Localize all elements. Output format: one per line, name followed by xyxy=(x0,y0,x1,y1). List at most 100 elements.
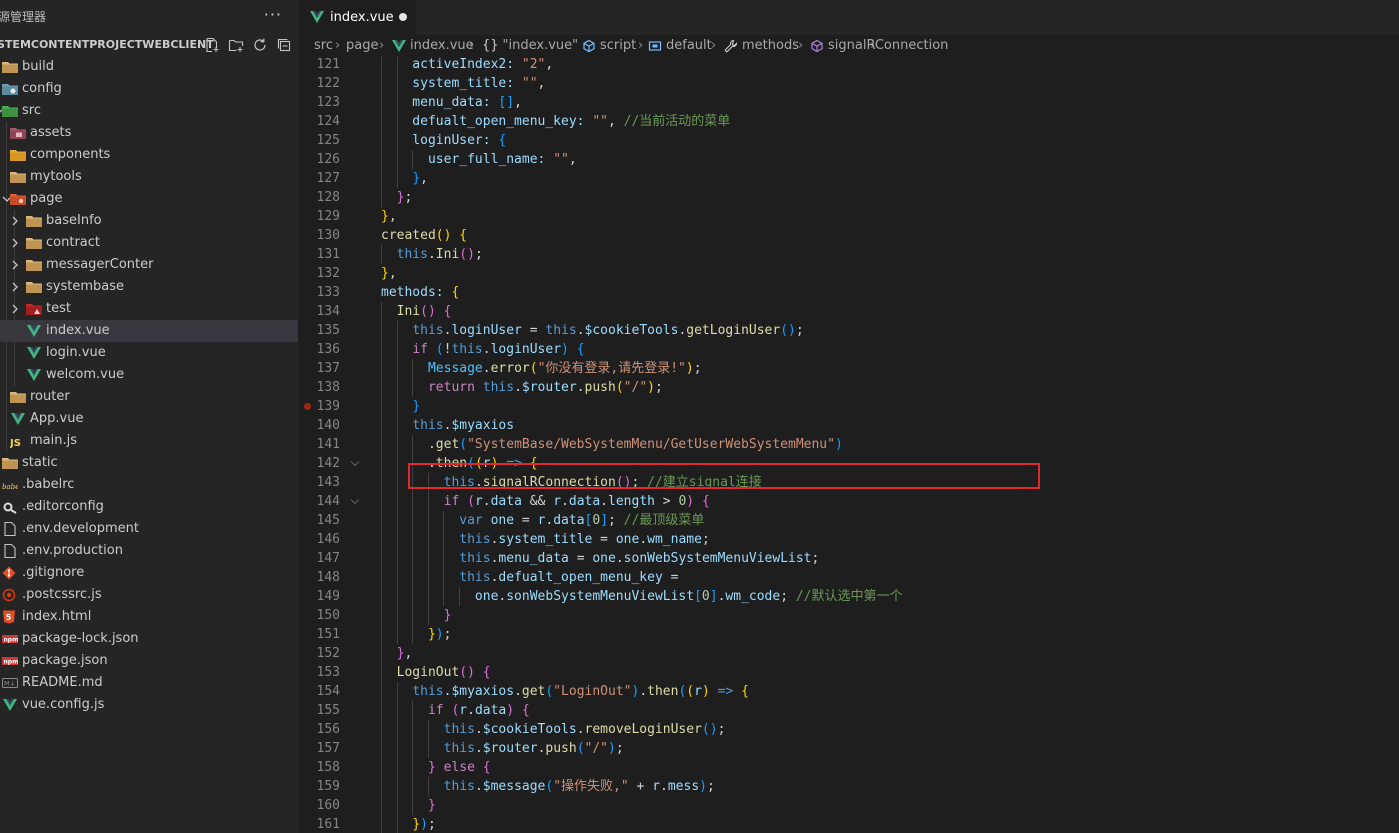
tree-item-label: App.vue xyxy=(30,411,84,426)
code-line[interactable]: 161 }); xyxy=(298,815,1399,833)
chevron-right-icon[interactable] xyxy=(10,276,20,298)
tree-file-login-vue[interactable]: login.vue xyxy=(0,342,298,364)
code-line[interactable]: 141 .get("SystemBase/WebSystemMenu/GetUs… xyxy=(298,435,1399,454)
tree-file-postcssrc-js[interactable]: .postcssrc.js xyxy=(0,584,298,606)
code-line[interactable]: 128 }; xyxy=(298,188,1399,207)
chevron-right-icon[interactable] xyxy=(10,232,20,254)
code-line[interactable]: 140 this.$myaxios xyxy=(298,416,1399,435)
code-line[interactable]: 124 defualt_open_menu_key: "", //当前活动的菜单 xyxy=(298,112,1399,131)
code-line[interactable]: 149 one.sonWebSystemMenuViewList[0].wm_c… xyxy=(298,587,1399,606)
code-line[interactable]: 157 this.$router.push("/"); xyxy=(298,739,1399,758)
code-line[interactable]: 123 menu_data: [], xyxy=(298,93,1399,112)
tree-file-vue-config-js[interactable]: vue.config.js xyxy=(0,694,298,716)
chevron-right-icon[interactable] xyxy=(10,298,20,320)
tree-folder-contract[interactable]: contract xyxy=(0,232,298,254)
code-line[interactable]: 134 Ini() { xyxy=(298,302,1399,321)
code-line[interactable]: 151 }); xyxy=(298,625,1399,644)
new-file-icon[interactable] xyxy=(204,37,220,53)
tree-file-env-production[interactable]: .env.production xyxy=(0,540,298,562)
tree-folder-test[interactable]: test xyxy=(0,298,298,320)
new-folder-icon[interactable] xyxy=(228,37,244,53)
tree-file-app-vue[interactable]: App.vue xyxy=(0,408,298,430)
unsaved-dot-icon[interactable] xyxy=(399,13,407,21)
code-line[interactable]: 155 if (r.data) { xyxy=(298,701,1399,720)
tab-index-vue[interactable]: index.vue xyxy=(298,0,416,35)
tree-file-babelrc[interactable]: babel .babelrc xyxy=(0,474,298,496)
code-line[interactable]: 148 this.defualt_open_menu_key = xyxy=(298,568,1399,587)
fold-chevron-icon[interactable] xyxy=(350,498,360,506)
fold-chevron-icon[interactable] xyxy=(350,460,360,468)
tree-file-welcom-vue[interactable]: welcom.vue xyxy=(0,364,298,386)
tree-file-gitignore[interactable]: .gitignore xyxy=(0,562,298,584)
code-line[interactable]: 159 this.$message("操作失败," + r.mess); xyxy=(298,777,1399,796)
tree-folder-mytools[interactable]: mytools xyxy=(0,166,298,188)
tree-folder-router[interactable]: router xyxy=(0,386,298,408)
code-line[interactable]: 152 }, xyxy=(298,644,1399,663)
code-token: LoginOut xyxy=(396,665,460,680)
breadcrumb-page[interactable]: page xyxy=(346,35,378,57)
code-line[interactable]: 135 this.loginUser = this.$cookieTools.g… xyxy=(298,321,1399,340)
tree-file-package-lock-json[interactable]: npm package-lock.json xyxy=(0,628,298,650)
collapse-all-icon[interactable] xyxy=(276,37,292,53)
chevron-right-icon[interactable] xyxy=(10,254,20,276)
tree-folder-build[interactable]: build xyxy=(0,56,298,78)
code-line[interactable]: 132}, xyxy=(298,264,1399,283)
breadcrumb-module[interactable]: {} "index.vue" xyxy=(482,35,578,57)
tree-file-index-vue[interactable]: index.vue xyxy=(0,320,298,342)
code-line[interactable]: 153 LoginOut() { xyxy=(298,663,1399,682)
tree-folder-assets[interactable]: assets xyxy=(0,122,298,144)
refresh-icon[interactable] xyxy=(252,37,268,53)
code-line[interactable]: 129}, xyxy=(298,207,1399,226)
code-line[interactable]: 125 loginUser: { xyxy=(298,131,1399,150)
code-line[interactable]: 121 activeIndex2: "2", xyxy=(298,57,1399,74)
tree-file-main-js[interactable]: JS main.js xyxy=(0,430,298,452)
code-token: } xyxy=(412,171,421,186)
line-number: 131 xyxy=(316,247,340,262)
tree-folder-src[interactable]: src xyxy=(0,100,298,122)
code-line[interactable]: 131 this.Ini(); xyxy=(298,245,1399,264)
breadcrumb-default[interactable]: default xyxy=(648,35,712,57)
tree-folder-messagerconter[interactable]: messagerConter xyxy=(0,254,298,276)
code-token: ) xyxy=(506,703,515,718)
breadcrumb-signalr[interactable]: signalRConnection xyxy=(810,35,948,57)
code-line[interactable]: 150 } xyxy=(298,606,1399,625)
code-line[interactable]: 160 } xyxy=(298,796,1399,815)
tree-folder-static[interactable]: static xyxy=(0,452,298,474)
tree-file-editorconfig[interactable]: .editorconfig xyxy=(0,496,298,518)
code-line[interactable]: 136 if (!this.loginUser) { xyxy=(298,340,1399,359)
breadcrumb-src[interactable]: src xyxy=(314,35,333,57)
code-line[interactable]: 144 if (r.data && r.data.length > 0) { xyxy=(298,492,1399,511)
code-line[interactable]: 137 Message.error("你没有登录,请先登录!"); xyxy=(298,359,1399,378)
tree-file-index-html[interactable]: 5 index.html xyxy=(0,606,298,628)
code-line[interactable]: 154 this.$myaxios.get("LoginOut").then((… xyxy=(298,682,1399,701)
code-line[interactable]: 138 return this.$router.push("/"); xyxy=(298,378,1399,397)
breadcrumb-script[interactable]: script xyxy=(582,35,636,57)
tree-folder-components[interactable]: components xyxy=(0,144,298,166)
more-actions-icon[interactable]: ··· xyxy=(264,0,282,32)
code-line[interactable]: 146 this.system_title = one.wm_name; xyxy=(298,530,1399,549)
code-line[interactable]: 139 } xyxy=(298,397,1399,416)
chevron-right-icon[interactable] xyxy=(10,210,20,232)
code-line[interactable]: 127 }, xyxy=(298,169,1399,188)
code-line[interactable]: 130 created() { xyxy=(298,226,1399,245)
code-line[interactable]: 145 var one = r.data[0]; //最顶级菜单 xyxy=(298,511,1399,530)
tree-folder-systembase[interactable]: systembase xyxy=(0,276,298,298)
tree-file-package-json[interactable]: npm package.json xyxy=(0,650,298,672)
code-line[interactable]: 133 methods: { xyxy=(298,283,1399,302)
breakpoint-icon[interactable] xyxy=(304,403,311,410)
code-line[interactable]: 158 } else { xyxy=(298,758,1399,777)
breadcrumb-methods[interactable]: methods xyxy=(724,35,799,57)
tree-file-env-development[interactable]: .env.development xyxy=(0,518,298,540)
code-line[interactable]: 122 system_title: "", xyxy=(298,74,1399,93)
tree-folder-config[interactable]: config xyxy=(0,78,298,100)
code-line[interactable]: 156 this.$cookieTools.removeLoginUser(); xyxy=(298,720,1399,739)
code-line[interactable]: 147 this.menu_data = one.sonWebSystemMen… xyxy=(298,549,1399,568)
code-line[interactable]: 126 user_full_name: "", xyxy=(298,150,1399,169)
editor-tab-bar: index.vue xyxy=(298,0,1399,35)
tree-folder-baseinfo[interactable]: baseInfo xyxy=(0,210,298,232)
tree-file-readme-md[interactable]: M↓ README.md xyxy=(0,672,298,694)
code-editor[interactable]: 121 activeIndex2: "2", 122 system_title: … xyxy=(298,57,1399,833)
code-token: [ xyxy=(694,589,702,604)
tree-folder-page[interactable]: page xyxy=(0,188,298,210)
breadcrumb-file[interactable]: index.vue xyxy=(392,35,474,57)
